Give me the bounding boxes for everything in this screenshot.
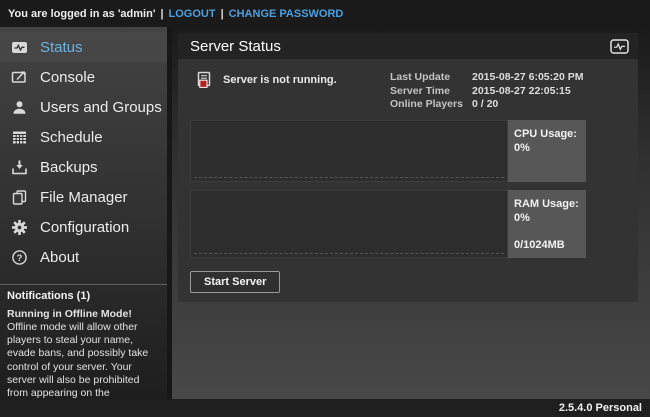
ram-usage-title: RAM Usage: [514, 197, 580, 211]
server-status-panel: Server Status [178, 33, 638, 302]
separator: | [160, 8, 163, 20]
panel-header: Server Status [178, 33, 638, 59]
main-area: Server Status [172, 27, 650, 399]
server-stopped-icon [196, 71, 213, 89]
sidebar-item-label: Users and Groups [40, 99, 162, 116]
sidebar-item-label: Schedule [40, 129, 103, 146]
sidebar-menu: Status Console [0, 27, 167, 272]
users-icon [10, 99, 28, 116]
topbar: You are logged in as 'admin' | LOGOUT | … [0, 0, 650, 27]
sidebar-item-label: Console [40, 69, 95, 86]
chart-baseline [194, 177, 504, 178]
notifications-panel: Notifications (1) Running in Offline Mod… [0, 284, 167, 417]
online-players-value: 0 / 20 [472, 98, 590, 112]
file-manager-icon [10, 189, 28, 206]
logged-in-text: You are logged in as 'admin' [8, 8, 155, 20]
info-label: Online Players [390, 98, 472, 112]
sidebar-item-label: File Manager [40, 189, 128, 206]
content: Status Console [0, 27, 650, 399]
sidebar-item-about[interactable]: ? About [0, 242, 167, 272]
question-icon: ? [10, 249, 28, 266]
notification-heading: Running in Offline Mode! [7, 308, 160, 321]
server-time-value: 2015-08-27 22:05:15 [472, 85, 590, 99]
info-row: Online Players 0 / 20 [390, 98, 590, 112]
sidebar-item-file-manager[interactable]: File Manager [0, 182, 167, 212]
sidebar-item-backups[interactable]: Backups [0, 152, 167, 182]
sidebar: Status Console [0, 27, 167, 399]
cpu-meter: CPU Usage: 0% [190, 120, 586, 182]
ram-meter: RAM Usage: 0% 0/1024MB [190, 190, 586, 258]
sidebar-item-label: Configuration [40, 219, 129, 236]
change-password-link[interactable]: CHANGE PASSWORD [229, 8, 344, 20]
cpu-usage-value: 0% [514, 141, 580, 155]
ram-usage-value: 0% [514, 211, 580, 225]
sidebar-item-label: Status [40, 39, 83, 56]
sidebar-item-label: Backups [40, 159, 98, 176]
status-row: Server is not running. Last Update 2015-… [190, 69, 626, 120]
panel-body: Server is not running. Last Update 2015-… [178, 59, 638, 302]
footer-bar: 2.5.4.0 Personal [0, 399, 650, 417]
server-info-table: Last Update 2015-08-27 6:05:20 PM Server… [390, 71, 590, 112]
info-label: Server Time [390, 85, 472, 99]
console-icon [10, 69, 28, 86]
cpu-usage-title: CPU Usage: [514, 127, 580, 141]
schedule-icon [10, 129, 28, 146]
button-row: Start Server [190, 266, 626, 293]
logout-link[interactable]: LOGOUT [169, 8, 216, 20]
page-title: Server Status [190, 38, 610, 55]
ram-chart [190, 190, 508, 258]
backups-icon [10, 159, 28, 176]
sidebar-item-label: About [40, 249, 79, 266]
svg-text:?: ? [16, 253, 22, 264]
version-text: 2.5.4.0 Personal [559, 402, 642, 414]
status-pulse-icon [610, 39, 629, 54]
info-row: Last Update 2015-08-27 6:05:20 PM [390, 71, 590, 85]
status-icon [10, 39, 28, 56]
ram-usage-detail: 0/1024MB [514, 238, 580, 252]
cpu-usage-label: CPU Usage: 0% [508, 120, 586, 182]
separator: | [221, 8, 224, 20]
ram-usage-label: RAM Usage: 0% 0/1024MB [508, 190, 586, 258]
last-update-value: 2015-08-27 6:05:20 PM [472, 71, 590, 85]
cpu-chart [190, 120, 508, 182]
server-state: Server is not running. [190, 71, 390, 89]
notifications-title: Notifications (1) [0, 285, 167, 306]
gear-icon [10, 219, 28, 236]
info-row: Server Time 2015-08-27 22:05:15 [390, 85, 590, 99]
info-label: Last Update [390, 71, 472, 85]
start-server-button[interactable]: Start Server [190, 271, 280, 293]
server-status-message: Server is not running. [223, 71, 337, 86]
sidebar-item-users-and-groups[interactable]: Users and Groups [0, 92, 167, 122]
sidebar-item-status[interactable]: Status [0, 32, 167, 62]
chart-baseline [194, 253, 504, 254]
sidebar-item-console[interactable]: Console [0, 62, 167, 92]
sidebar-item-configuration[interactable]: Configuration [0, 212, 167, 242]
sidebar-item-schedule[interactable]: Schedule [0, 122, 167, 152]
